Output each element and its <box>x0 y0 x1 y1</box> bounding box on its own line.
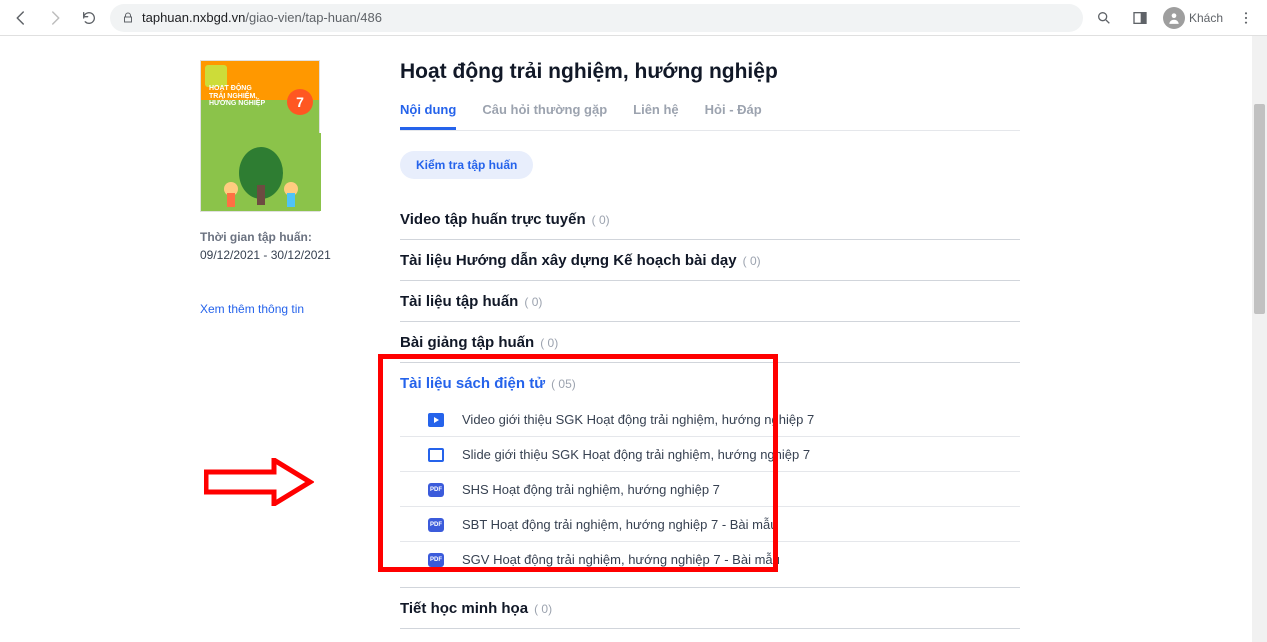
address-bar[interactable]: taphuan.nxbgd.vn/giao-vien/tap-huan/486 <box>110 4 1083 32</box>
section-demo-lessons[interactable]: Tiết học minh họa( 0) <box>400 588 1020 629</box>
slide-icon <box>428 448 444 462</box>
menu-icon[interactable] <box>1233 5 1259 31</box>
pdf-icon: PDF <box>428 553 444 567</box>
item-label: Slide giới thiệu SGK Hoạt động trải nghi… <box>462 447 810 462</box>
ebook-item[interactable]: PDF SBT Hoạt động trải nghiệm, hướng ngh… <box>400 506 1020 541</box>
reload-button[interactable] <box>76 5 102 31</box>
section-lectures[interactable]: Bài giảng tập huấn( 0) <box>400 322 1020 363</box>
back-button[interactable] <box>8 5 34 31</box>
section-training-docs[interactable]: Tài liệu tập huấn( 0) <box>400 281 1020 322</box>
training-time-label: Thời gian tập huấn: <box>200 230 360 244</box>
panel-icon[interactable] <box>1127 5 1153 31</box>
section-ebooks[interactable]: Tài liệu sách điện tử( 05) Video giới th… <box>400 363 1020 588</box>
item-label: SHS Hoạt động trải nghiệm, hướng nghiệp … <box>462 482 720 497</box>
item-label: SBT Hoạt động trải nghiệm, hướng nghiệp … <box>462 517 777 532</box>
tab-noi-dung[interactable]: Nội dung <box>400 102 456 130</box>
section-lesson-plan-docs[interactable]: Tài liệu Hướng dẫn xây dựng Kế hoạch bài… <box>400 240 1020 281</box>
url-text: taphuan.nxbgd.vn/giao-vien/tap-huan/486 <box>142 10 382 25</box>
training-time-value: 09/12/2021 - 30/12/2021 <box>200 248 360 262</box>
avatar-icon <box>1163 7 1185 29</box>
scrollbar-track[interactable] <box>1252 36 1267 642</box>
sidebar: HOẠT ĐỘNG TRẢI NGHIỆM, HƯỚNG NGHIỆP 7 Th… <box>200 60 360 629</box>
tab-hoi-dap[interactable]: Hỏi - Đáp <box>705 102 762 130</box>
more-info-link[interactable]: Xem thêm thông tin <box>200 302 360 316</box>
section-video-training[interactable]: Video tập huấn trực tuyến( 0) <box>400 199 1020 240</box>
ebook-item[interactable]: PDF SHS Hoạt động trải nghiệm, hướng ngh… <box>400 471 1020 506</box>
profile-button[interactable]: Khách <box>1163 7 1223 29</box>
ebook-item[interactable]: Slide giới thiệu SGK Hoạt động trải nghi… <box>400 436 1020 471</box>
check-training-button[interactable]: Kiểm tra tập huấn <box>400 151 533 179</box>
lock-icon <box>122 12 134 24</box>
grade-badge: 7 <box>287 89 313 115</box>
forward-button[interactable] <box>42 5 68 31</box>
tab-faq[interactable]: Câu hỏi thường gặp <box>482 102 607 130</box>
scrollbar-thumb[interactable] <box>1254 104 1265 314</box>
page-title: Hoạt động trải nghiệm, hướng nghiệp <box>400 60 1020 84</box>
cover-illustration <box>201 133 321 211</box>
item-label: SGV Hoạt động trải nghiệm, hướng nghiệp … <box>462 552 780 567</box>
zoom-icon[interactable] <box>1091 5 1117 31</box>
browser-toolbar: taphuan.nxbgd.vn/giao-vien/tap-huan/486 … <box>0 0 1267 36</box>
tab-lien-he[interactable]: Liên hệ <box>633 102 679 130</box>
profile-label: Khách <box>1189 11 1223 25</box>
pdf-icon: PDF <box>428 483 444 497</box>
tabs: Nội dung Câu hỏi thường gặp Liên hệ Hỏi … <box>400 102 1020 131</box>
item-label: Video giới thiệu SGK Hoạt động trải nghi… <box>462 412 814 427</box>
main-content: Hoạt động trải nghiệm, hướng nghiệp Nội … <box>400 60 1020 629</box>
pdf-icon: PDF <box>428 518 444 532</box>
ebook-item[interactable]: PDF SGV Hoạt động trải nghiệm, hướng ngh… <box>400 541 1020 576</box>
book-cover[interactable]: HOẠT ĐỘNG TRẢI NGHIỆM, HƯỚNG NGHIỆP 7 <box>200 60 320 212</box>
video-icon <box>428 413 444 427</box>
ebook-item[interactable]: Video giới thiệu SGK Hoạt động trải nghi… <box>400 402 1020 436</box>
